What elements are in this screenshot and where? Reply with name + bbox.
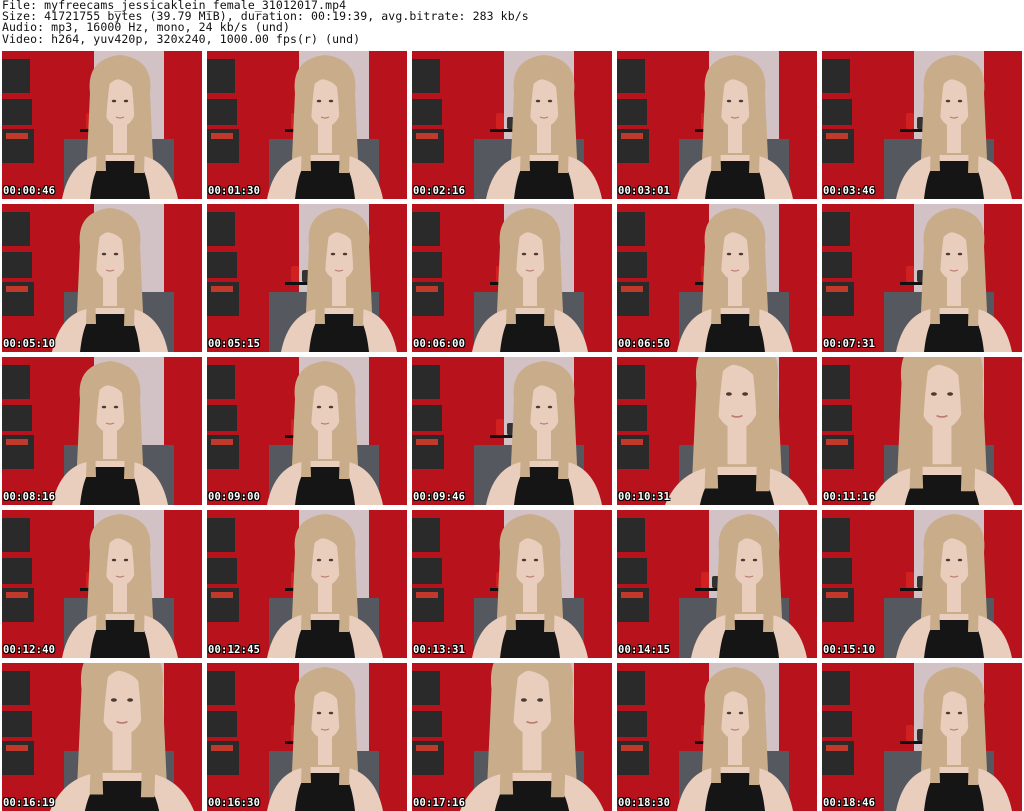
webcam-scene <box>617 51 817 199</box>
file-info-header: File: myfreecams_jessicaklein_female_310… <box>2 0 1022 50</box>
video-frame-thumbnail: 00:18:30 <box>617 663 817 811</box>
frame-timestamp: 00:07:31 <box>823 338 876 350</box>
frame-timestamp: 00:18:30 <box>618 797 671 809</box>
frame-timestamp: 00:14:15 <box>618 644 671 656</box>
frame-timestamp: 00:12:40 <box>3 644 56 656</box>
frame-timestamp: 00:08:16 <box>3 491 56 503</box>
frame-timestamp: 00:13:31 <box>413 644 466 656</box>
video-frame-thumbnail: 00:03:01 <box>617 51 817 199</box>
webcam-scene <box>207 663 407 811</box>
webcam-scene <box>207 204 407 352</box>
video-frame-thumbnail: 00:13:31 <box>412 510 612 658</box>
webcam-scene <box>822 663 1022 811</box>
video-frame-thumbnail: 00:09:46 <box>412 357 612 505</box>
video-frame-thumbnail: 00:06:50 <box>617 204 817 352</box>
frame-timestamp: 00:18:46 <box>823 797 876 809</box>
video-frame-thumbnail: 00:11:16 <box>822 357 1022 505</box>
webcam-scene <box>412 663 612 811</box>
webcam-scene <box>617 663 817 811</box>
video-frame-thumbnail: 00:05:10 <box>2 204 202 352</box>
webcam-scene <box>412 51 612 199</box>
frame-timestamp: 00:06:50 <box>618 338 671 350</box>
webcam-scene <box>822 510 1022 658</box>
frame-timestamp: 00:09:46 <box>413 491 466 503</box>
video-frame-thumbnail: 00:16:19 <box>2 663 202 811</box>
webcam-scene <box>412 510 612 658</box>
video-frame-thumbnail: 00:02:16 <box>412 51 612 199</box>
video-frame-thumbnail: 00:00:46 <box>2 51 202 199</box>
video-frame-thumbnail: 00:06:00 <box>412 204 612 352</box>
webcam-scene <box>822 51 1022 199</box>
video-frame-thumbnail: 00:15:10 <box>822 510 1022 658</box>
webcam-scene <box>617 204 817 352</box>
webcam-scene <box>207 357 407 505</box>
webcam-scene <box>2 663 202 811</box>
frame-timestamp: 00:10:31 <box>618 491 671 503</box>
frame-timestamp: 00:15:10 <box>823 644 876 656</box>
frame-timestamp: 00:03:01 <box>618 185 671 197</box>
webcam-scene <box>2 204 202 352</box>
webcam-scene <box>2 357 202 505</box>
webcam-scene <box>617 510 817 658</box>
webcam-scene <box>822 204 1022 352</box>
video-frame-thumbnail: 00:07:31 <box>822 204 1022 352</box>
frame-timestamp: 00:05:15 <box>208 338 261 350</box>
video-frame-thumbnail: 00:10:31 <box>617 357 817 505</box>
frame-timestamp: 00:05:10 <box>3 338 56 350</box>
video-frame-thumbnail: 00:03:46 <box>822 51 1022 199</box>
frame-timestamp: 00:16:30 <box>208 797 261 809</box>
webcam-scene <box>2 510 202 658</box>
frame-timestamp: 00:01:30 <box>208 185 261 197</box>
video-frame-thumbnail: 00:12:45 <box>207 510 407 658</box>
frame-timestamp: 00:09:00 <box>208 491 261 503</box>
webcam-scene <box>412 357 612 505</box>
video-frame-thumbnail: 00:01:30 <box>207 51 407 199</box>
webcam-scene <box>2 51 202 199</box>
video-frame-thumbnail: 00:18:46 <box>822 663 1022 811</box>
frame-timestamp: 00:16:19 <box>3 797 56 809</box>
frame-timestamp: 00:00:46 <box>3 185 56 197</box>
video-frame-thumbnail: 00:05:15 <box>207 204 407 352</box>
video-frame-thumbnail: 00:16:30 <box>207 663 407 811</box>
frame-timestamp: 00:06:00 <box>413 338 466 350</box>
webcam-scene <box>207 51 407 199</box>
frame-timestamp: 00:17:16 <box>413 797 466 809</box>
video-frame-thumbnail: 00:08:16 <box>2 357 202 505</box>
webcam-scene <box>617 357 817 505</box>
frame-timestamp: 00:11:16 <box>823 491 876 503</box>
video-info-line: Video: h264, yuv420p, 320x240, 1000.00 f… <box>2 31 361 46</box>
thumbnail-grid: 00:00:46 00:01:30 00:02:16 00:03:01 00:03:46… <box>2 51 1022 811</box>
webcam-scene <box>412 204 612 352</box>
frame-timestamp: 00:02:16 <box>413 185 466 197</box>
webcam-scene <box>822 357 1022 505</box>
video-frame-thumbnail: 00:14:15 <box>617 510 817 658</box>
webcam-scene <box>207 510 407 658</box>
frame-timestamp: 00:03:46 <box>823 185 876 197</box>
video-frame-thumbnail: 00:17:16 <box>412 663 612 811</box>
video-frame-thumbnail: 00:12:40 <box>2 510 202 658</box>
video-frame-thumbnail: 00:09:00 <box>207 357 407 505</box>
frame-timestamp: 00:12:45 <box>208 644 261 656</box>
